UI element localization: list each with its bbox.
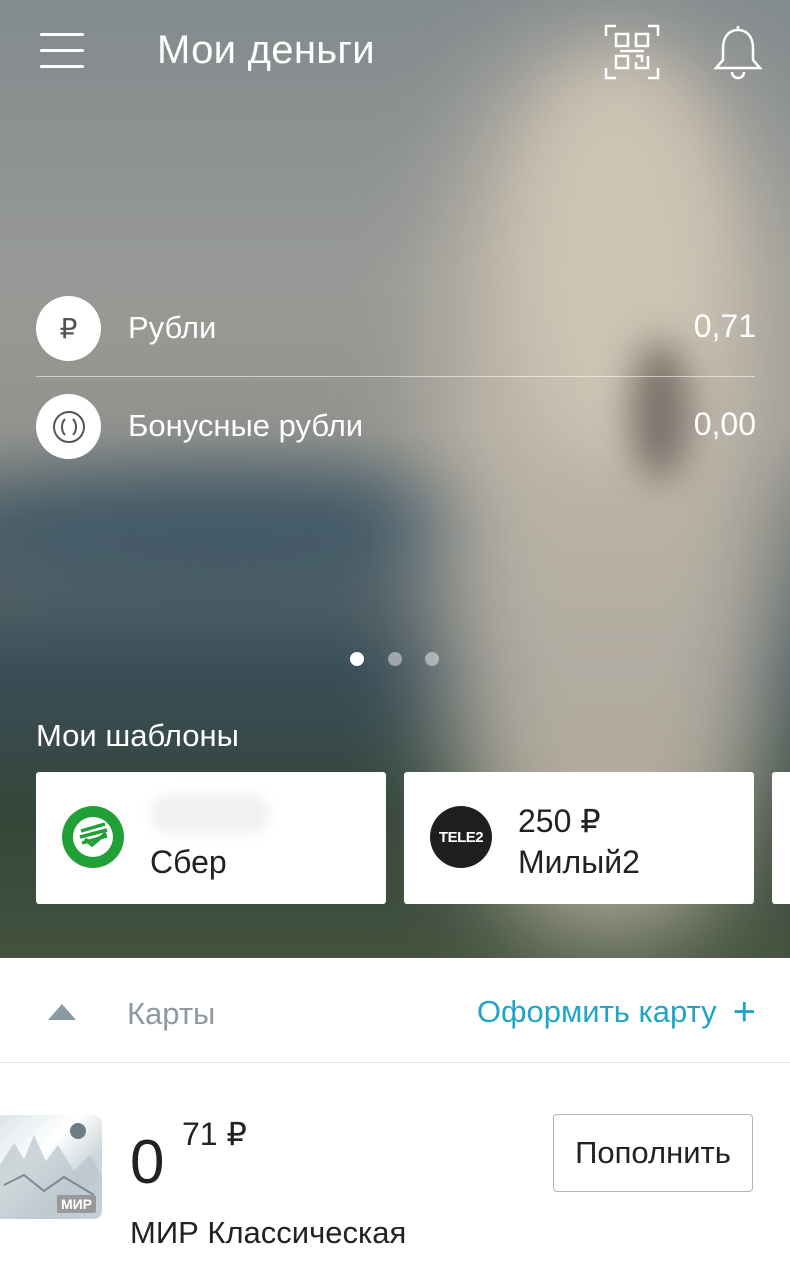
cards-section-header: Карты Оформить карту + <box>0 958 790 1063</box>
carousel-dot[interactable] <box>350 652 364 666</box>
cards-label: Карты <box>127 996 216 1031</box>
balance-label: Рубли <box>128 310 217 345</box>
card-name: МИР Классическая <box>130 1215 407 1250</box>
page-title: Мои деньги <box>157 28 375 72</box>
card-row[interactable]: МИР 0 71 ₽ Пополнить МИР Классическая <box>0 1063 790 1280</box>
template-name: Милый2 <box>518 844 640 880</box>
template-amount: 250 ₽ <box>518 803 601 839</box>
carousel-dot[interactable] <box>425 652 439 666</box>
template-card-partial[interactable] <box>772 772 790 904</box>
notification-bell-icon[interactable] <box>712 24 764 80</box>
card-image: МИР <box>0 1115 102 1219</box>
bonus-icon <box>36 394 101 459</box>
collapse-triangle-icon[interactable] <box>48 1004 76 1020</box>
topup-button[interactable]: Пополнить <box>553 1114 753 1192</box>
template-card-sber[interactable]: Сбер <box>36 772 386 904</box>
tele2-logo-icon: TELE2 <box>430 806 492 868</box>
balance-value: 0,00 <box>693 406 756 442</box>
top-bar: Мои деньги <box>0 0 790 110</box>
template-card-tele2[interactable]: TELE2 250 ₽ Милый2 <box>404 772 754 904</box>
balance-row-bonus[interactable]: Бонусные рубли 0,00 <box>36 394 756 460</box>
divider <box>36 376 755 377</box>
balance-label: Бонусные рубли <box>128 408 364 443</box>
new-card-link[interactable]: Оформить карту + <box>476 990 756 1034</box>
qr-scan-icon[interactable] <box>604 24 660 80</box>
plus-icon: + <box>732 990 756 1034</box>
hidden-template-name <box>150 794 270 834</box>
hamburger-menu-icon[interactable] <box>40 33 84 69</box>
sber-logo-icon <box>62 806 124 868</box>
new-card-label: Оформить карту <box>476 994 717 1029</box>
card-balance-integer: 0 <box>130 1128 165 1197</box>
mir-logo: МИР <box>56 1195 96 1213</box>
card-balance-fraction: 71 ₽ <box>182 1116 247 1152</box>
carousel-dot[interactable] <box>388 652 402 666</box>
balance-value: 0,71 <box>693 308 756 344</box>
ruble-icon: ₽ <box>36 296 101 361</box>
balance-row-rubles[interactable]: ₽ Рубли 0,71 <box>36 296 756 362</box>
template-name: Сбер <box>150 844 227 880</box>
templates-title: Мои шаблоны <box>36 718 239 753</box>
